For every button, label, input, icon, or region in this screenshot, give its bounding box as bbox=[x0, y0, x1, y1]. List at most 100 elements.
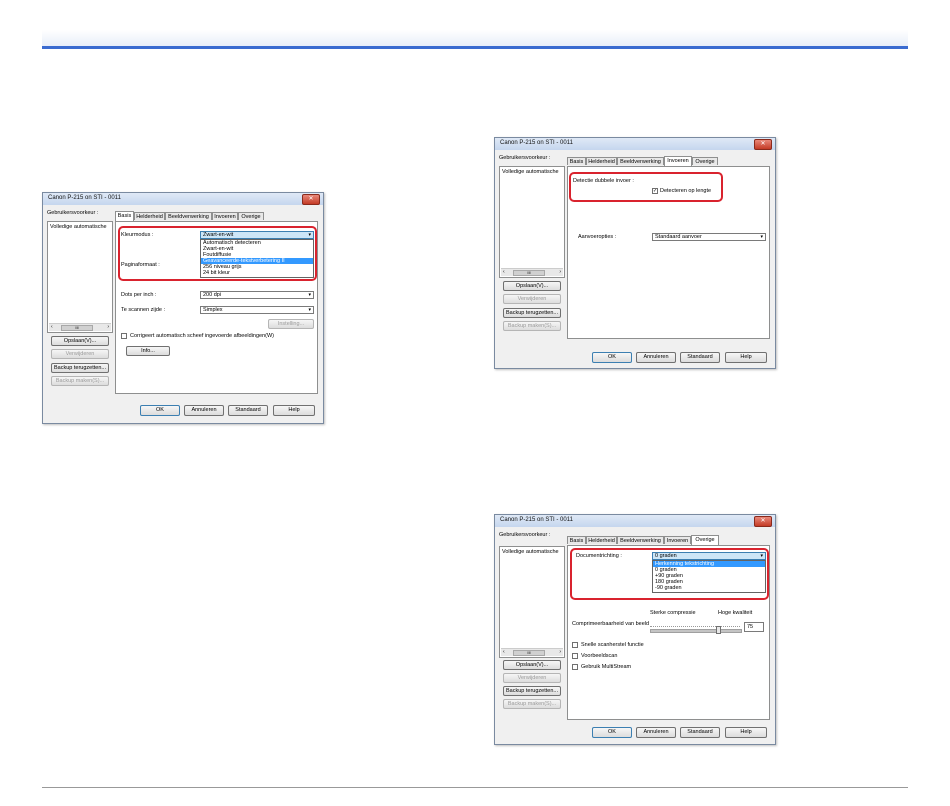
side-select[interactable]: Simplex ▾ bbox=[200, 306, 314, 314]
tab-helderheid[interactable]: Helderheid bbox=[134, 212, 165, 220]
scroll-left-icon[interactable]: ‹ bbox=[503, 649, 505, 656]
user-settings-label: Gebruikersvoorkeur : bbox=[47, 210, 99, 216]
tab-invoeren[interactable]: Invoeren bbox=[212, 212, 238, 220]
tab-basis[interactable]: Basis bbox=[115, 211, 134, 221]
make-backup-button[interactable]: Backup maken(S)... bbox=[51, 376, 109, 386]
ok-button[interactable]: OK bbox=[592, 727, 632, 738]
scroll-left-icon[interactable]: ‹ bbox=[51, 324, 53, 331]
compress-value: 75 bbox=[747, 624, 754, 630]
user-settings-list[interactable]: Volledige automatische ‹ III › bbox=[47, 221, 113, 333]
tab-strip: Basis Helderheid Beeldverwerking Invoere… bbox=[567, 535, 767, 545]
quick-recovery-checkbox[interactable] bbox=[572, 642, 578, 648]
tab-beeldverwerking[interactable]: Beeldverwerking bbox=[617, 536, 664, 544]
make-backup-button[interactable]: Backup maken(S)... bbox=[503, 699, 561, 709]
skew-checkbox[interactable] bbox=[121, 333, 127, 339]
scroll-thumb[interactable]: III bbox=[513, 270, 545, 276]
multistream-checkbox[interactable] bbox=[572, 664, 578, 670]
user-settings-list[interactable]: Volledige automatische ‹ III › bbox=[499, 166, 565, 278]
delete-button[interactable]: Verwijderen bbox=[503, 673, 561, 683]
default-button[interactable]: Standaard bbox=[680, 727, 720, 738]
cancel-button[interactable]: Annuleren bbox=[636, 352, 676, 363]
tab-basis[interactable]: Basis bbox=[567, 157, 586, 165]
prescan-checkbox[interactable] bbox=[572, 653, 578, 659]
multistream-label: Gebruik MultiStream bbox=[581, 664, 632, 670]
scroll-right-icon[interactable]: › bbox=[107, 324, 109, 331]
tab-beeldverwerking[interactable]: Beeldverwerking bbox=[165, 212, 212, 220]
tab-overige[interactable]: Overige bbox=[238, 212, 264, 220]
help-button[interactable]: Help bbox=[725, 352, 767, 363]
user-settings-label: Gebruikersvoorkeur : bbox=[499, 532, 551, 538]
dpi-select[interactable]: 200 dpi ▾ bbox=[200, 291, 314, 299]
ok-button[interactable]: OK bbox=[592, 352, 632, 363]
prescan-label: Voorbeeldscan bbox=[581, 653, 618, 659]
compress-slider-track[interactable] bbox=[650, 629, 742, 633]
scroll-thumb[interactable]: III bbox=[61, 325, 93, 331]
list-item[interactable]: Volledige automatische bbox=[502, 169, 559, 175]
page-footer-rule bbox=[42, 787, 908, 788]
title-bar: Canon P-215 on STI - 0011 ✕ bbox=[495, 138, 775, 150]
tab-basis[interactable]: Basis bbox=[567, 536, 586, 544]
dpi-value: 200 dpi bbox=[203, 292, 222, 298]
info-button[interactable]: Info... bbox=[126, 346, 170, 356]
side-value: Simplex bbox=[203, 307, 223, 313]
dialog-invoeren: Canon P-215 on STI - 0011 ✕ Gebruikersvo… bbox=[494, 137, 776, 369]
help-button[interactable]: Help bbox=[273, 405, 315, 416]
tab-overige[interactable]: Overige bbox=[692, 157, 718, 165]
tab-invoeren[interactable]: Invoeren bbox=[664, 536, 691, 544]
settings-button[interactable]: Instelling... bbox=[268, 319, 314, 329]
skew-label: Corrigeert automatisch scheef ingevoerde… bbox=[130, 333, 274, 339]
page-header-band bbox=[42, 30, 908, 46]
restore-backup-button[interactable]: Backup terugzetten... bbox=[503, 308, 561, 318]
close-icon[interactable]: ✕ bbox=[302, 194, 320, 205]
feed-options-label: Aanvoeropties : bbox=[578, 234, 617, 240]
tab-overige[interactable]: Overige bbox=[691, 535, 719, 545]
feed-options-select[interactable]: Standaard aanvoer ▾ bbox=[652, 233, 766, 241]
highlight-box bbox=[118, 226, 317, 281]
horizontal-scrollbar[interactable]: ‹ III › bbox=[49, 323, 111, 331]
list-item[interactable]: Volledige automatische bbox=[502, 549, 559, 555]
scroll-right-icon[interactable]: › bbox=[559, 269, 561, 276]
dialog-overige: Canon P-215 on STI - 0011 ✕ Gebruikersvo… bbox=[494, 514, 776, 745]
close-icon[interactable]: ✕ bbox=[754, 516, 772, 527]
chevron-down-icon: ▾ bbox=[308, 292, 311, 298]
save-button[interactable]: Opslaan(V)... bbox=[51, 336, 109, 346]
scroll-thumb[interactable]: III bbox=[513, 650, 545, 656]
window-title: Canon P-215 on STI - 0011 bbox=[500, 140, 573, 146]
restore-backup-button[interactable]: Backup terugzetten... bbox=[51, 363, 109, 373]
default-button[interactable]: Standaard bbox=[680, 352, 720, 363]
chevron-down-icon: ▾ bbox=[760, 234, 763, 240]
delete-button[interactable]: Verwijderen bbox=[503, 294, 561, 304]
delete-button[interactable]: Verwijderen bbox=[51, 349, 109, 359]
tab-invoeren[interactable]: Invoeren bbox=[664, 156, 692, 166]
default-button[interactable]: Standaard bbox=[228, 405, 268, 416]
tab-helderheid[interactable]: Helderheid bbox=[586, 157, 617, 165]
dialog-basis: Canon P-215 on STI - 0011 ✕ Gebruikersvo… bbox=[42, 192, 324, 424]
cancel-button[interactable]: Annuleren bbox=[184, 405, 224, 416]
make-backup-button[interactable]: Backup maken(S)... bbox=[503, 321, 561, 331]
compress-slider-thumb[interactable] bbox=[715, 626, 721, 634]
user-settings-list[interactable]: Volledige automatische ‹ III › bbox=[499, 546, 565, 658]
ok-button[interactable]: OK bbox=[140, 405, 180, 416]
user-settings-label: Gebruikersvoorkeur : bbox=[499, 155, 551, 161]
horizontal-scrollbar[interactable]: ‹ III › bbox=[501, 648, 563, 656]
close-icon[interactable]: ✕ bbox=[754, 139, 772, 150]
tab-beeldverwerking[interactable]: Beeldverwerking bbox=[617, 157, 664, 165]
chevron-down-icon: ▾ bbox=[308, 307, 311, 313]
cancel-button[interactable]: Annuleren bbox=[636, 727, 676, 738]
side-label: Te scannen zijde : bbox=[121, 307, 166, 313]
compress-spinbox[interactable]: 75 bbox=[744, 622, 764, 632]
horizontal-scrollbar[interactable]: ‹ III › bbox=[501, 268, 563, 276]
title-bar: Canon P-215 on STI - 0011 ✕ bbox=[43, 193, 323, 205]
list-item[interactable]: Volledige automatische bbox=[50, 224, 107, 230]
tab-helderheid[interactable]: Helderheid bbox=[586, 536, 617, 544]
highlight-box bbox=[569, 172, 723, 202]
tab-panel-basis: Kleurmodus : Zwart-en-wit ▾ Automatisch … bbox=[115, 221, 318, 394]
dpi-label: Dots per inch : bbox=[121, 292, 157, 298]
scroll-left-icon[interactable]: ‹ bbox=[503, 269, 505, 276]
scroll-right-icon[interactable]: › bbox=[559, 649, 561, 656]
restore-backup-button[interactable]: Backup terugzetten... bbox=[503, 686, 561, 696]
help-button[interactable]: Help bbox=[725, 727, 767, 738]
save-button[interactable]: Opslaan(V)... bbox=[503, 660, 561, 670]
save-button[interactable]: Opslaan(V)... bbox=[503, 281, 561, 291]
high-quality-label: Hoge kwaliteit bbox=[718, 610, 753, 616]
